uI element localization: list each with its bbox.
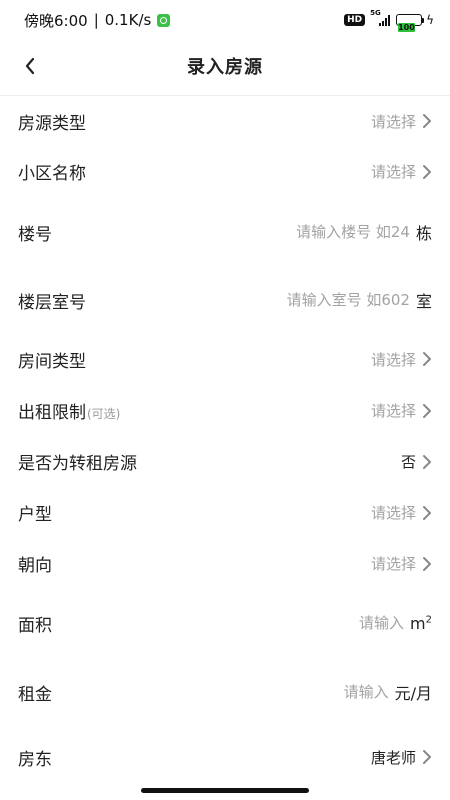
- row-building: 楼号 栋: [0, 197, 450, 267]
- wechat-notification-icon: [157, 13, 171, 27]
- battery-level: 100: [398, 23, 415, 32]
- orientation-placeholder: 请选择: [370, 555, 416, 573]
- network-type: 5G: [370, 9, 381, 17]
- room-label: 楼层室号: [18, 292, 86, 313]
- row-landlord[interactable]: 房东 唐老师: [0, 727, 450, 787]
- status-separator: |: [93, 11, 99, 29]
- home-indicator[interactable]: [141, 788, 309, 793]
- chevron-right-icon: [423, 454, 431, 469]
- charging-icon: ϟ: [426, 13, 434, 27]
- room-unit: 室: [415, 292, 432, 311]
- sublet-label: 是否为转租房源: [18, 454, 137, 474]
- landlord-label: 房东: [18, 749, 52, 770]
- area-input[interactable]: [344, 614, 405, 632]
- battery-icon: 100 ϟ: [396, 13, 434, 32]
- optional-tag: (可选): [87, 407, 121, 421]
- community-label: 小区名称: [18, 164, 86, 184]
- rent-unit: 元/月: [394, 684, 432, 703]
- back-arrow-icon: [25, 57, 35, 75]
- layout-label: 户型: [18, 505, 52, 525]
- chevron-right-icon: [423, 505, 431, 520]
- row-sublet[interactable]: 是否为转租房源 否: [0, 436, 450, 487]
- rent-label: 租金: [18, 684, 52, 705]
- area-unit: m2: [410, 614, 432, 633]
- property-type-placeholder: 请选择: [370, 112, 416, 131]
- back-button[interactable]: [14, 50, 46, 82]
- row-orientation[interactable]: 朝向 请选择: [0, 538, 450, 589]
- status-left: 傍晚6:00 | 0.1K/s: [24, 10, 171, 31]
- row-property-type[interactable]: 房源类型 请选择: [0, 96, 450, 146]
- status-time: 傍晚6:00: [24, 11, 88, 30]
- chevron-right-icon: [423, 352, 431, 366]
- row-room-type[interactable]: 房间类型 请选择: [0, 333, 450, 385]
- chevron-right-icon: [423, 114, 431, 128]
- chevron-right-icon: [423, 750, 431, 764]
- chevron-right-icon: [423, 164, 431, 179]
- property-type-label: 房源类型: [18, 113, 86, 134]
- area-unit-text: m: [410, 613, 426, 633]
- status-bar: 傍晚6:00 | 0.1K/s HD 5G 100 ϟ: [0, 0, 450, 40]
- community-placeholder: 请选择: [370, 163, 416, 181]
- area-unit-sup: 2: [425, 614, 432, 626]
- area-label: 面积: [18, 615, 52, 636]
- room-input[interactable]: [269, 291, 410, 309]
- sublet-value: 否: [400, 453, 416, 471]
- status-right: HD 5G 100 ϟ: [344, 9, 434, 32]
- building-input[interactable]: [269, 223, 410, 241]
- row-rent-limit[interactable]: 出租限制 (可选) 请选择: [0, 385, 450, 436]
- page-title: 录入房源: [187, 57, 263, 78]
- building-label: 楼号: [18, 224, 52, 245]
- orientation-label: 朝向: [18, 556, 52, 576]
- row-rent: 租金 元/月: [0, 657, 450, 727]
- row-community[interactable]: 小区名称 请选择: [0, 146, 450, 197]
- signal-icon: 5G: [370, 9, 391, 26]
- row-layout[interactable]: 户型 请选择: [0, 487, 450, 538]
- rent-limit-placeholder: 请选择: [370, 402, 416, 420]
- landlord-value: 唐老师: [370, 748, 416, 767]
- chevron-right-icon: [423, 556, 431, 571]
- nav-bar: 录入房源: [0, 40, 450, 92]
- rent-input[interactable]: [328, 683, 389, 701]
- row-area: 面积 m2: [0, 589, 450, 657]
- layout-placeholder: 请选择: [370, 504, 416, 522]
- hd-badge: HD: [344, 14, 366, 26]
- building-unit: 栋: [415, 224, 432, 243]
- room-type-placeholder: 请选择: [370, 350, 416, 369]
- property-form: 房源类型 请选择 小区名称 请选择 楼号 栋 楼层室号 室 房间类型 请选择: [0, 96, 450, 787]
- row-room: 楼层室号 室: [0, 267, 450, 333]
- chevron-right-icon: [423, 403, 431, 418]
- rent-limit-label: 出租限制 (可选): [18, 398, 120, 423]
- room-type-label: 房间类型: [18, 351, 86, 372]
- status-speed: 0.1K/s: [104, 11, 152, 29]
- rent-limit-label-text: 出租限制: [18, 403, 86, 423]
